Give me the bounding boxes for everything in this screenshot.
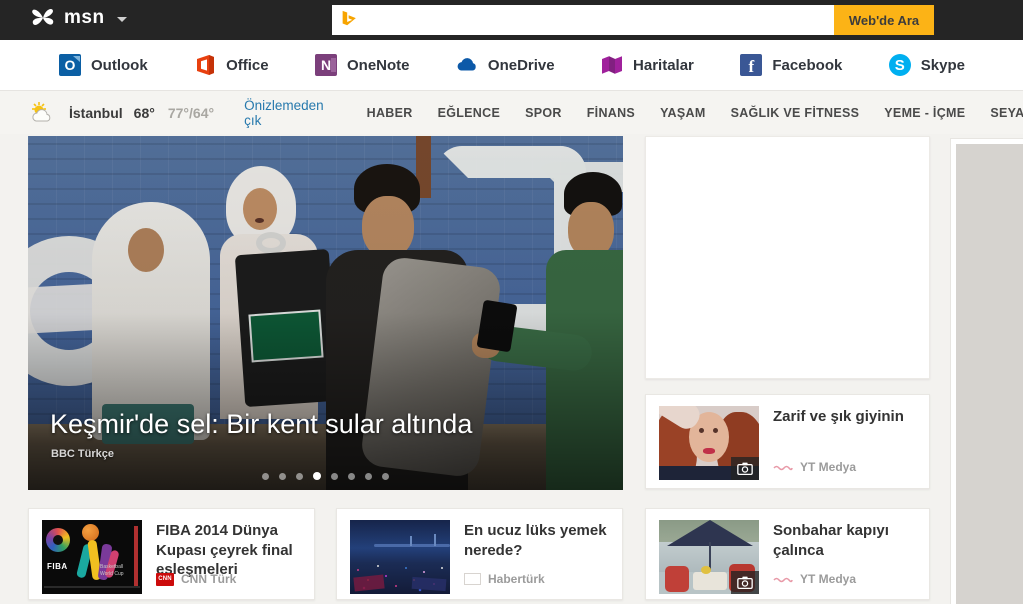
cnn-logo: CNN <box>156 573 174 586</box>
carousel-dot-7[interactable] <box>365 473 372 480</box>
web-search-button[interactable]: Web'de Ara <box>834 5 934 35</box>
weather-range: 77°/64° <box>168 105 214 121</box>
card-fiba[interactable]: FIBA Basketball World Cup FIBA 2014 Düny… <box>28 508 315 600</box>
office-icon <box>193 53 217 77</box>
msn-home-link[interactable]: msn <box>30 7 127 29</box>
partly-cloudy-icon <box>28 101 60 125</box>
top-bar: msn Web'de Ara <box>0 0 1023 40</box>
exit-preview-link[interactable]: Önizlemeden çık <box>244 98 324 128</box>
nav-eglence[interactable]: EĞLENCE <box>438 106 501 120</box>
app-onedrive[interactable]: OneDrive <box>455 53 555 77</box>
fashion-thumbnail <box>659 406 759 480</box>
card-food[interactable]: En ucuz lüks yemek nerede? Habertürk <box>336 508 623 600</box>
nav-yasam[interactable]: YAŞAM <box>660 106 706 120</box>
camera-icon <box>731 571 759 594</box>
nav-haber[interactable]: HABER <box>367 106 413 120</box>
carousel-dot-1[interactable] <box>262 473 269 480</box>
card-title: Sonbahar kapıyı çalınca <box>773 521 921 560</box>
ad-slot <box>645 136 930 379</box>
card-title: En ucuz lüks yemek nerede? <box>464 521 614 560</box>
app-shortcut-row: O Outlook Office N OneNote On <box>0 40 1023 91</box>
fiba-thumb-brand: FIBA <box>47 562 68 571</box>
autumn-thumbnail <box>659 520 759 594</box>
carousel-dot-2[interactable] <box>279 473 286 480</box>
primary-nav: İstanbul 68° 77°/64° Önizlemeden çık HAB… <box>0 91 1023 134</box>
nav-saglik[interactable]: SAĞLIK VE FİTNESS <box>731 106 860 120</box>
onenote-icon: N <box>314 53 338 77</box>
search-box: Web'de Ara <box>332 5 934 35</box>
map-icon <box>600 53 624 77</box>
card-title: Zarif ve şık giyinin <box>773 407 921 427</box>
onedrive-cloud-icon <box>455 53 479 77</box>
outlook-icon: O <box>58 53 82 77</box>
carousel-dot-3[interactable] <box>296 473 303 480</box>
app-onenote[interactable]: N OneNote <box>314 53 410 77</box>
weather-widget[interactable]: İstanbul 68° 77°/64° <box>28 101 214 125</box>
chevron-down-icon[interactable] <box>117 17 127 22</box>
carousel-dot-5[interactable] <box>331 473 338 480</box>
carousel-dot-4[interactable] <box>313 472 321 480</box>
weather-city: İstanbul <box>69 105 123 121</box>
carousel-dots <box>28 473 623 480</box>
app-office[interactable]: Office <box>193 53 269 77</box>
card-source: YT Medya <box>773 572 856 586</box>
main-content: Keşmir'de sel: Bir kent sular altında BB… <box>0 134 1023 603</box>
facebook-icon: f <box>739 53 763 77</box>
app-haritalar[interactable]: Haritalar <box>600 53 694 77</box>
right-rail-ad <box>950 138 1023 604</box>
ytmedya-logo <box>773 575 793 583</box>
carousel-dot-6[interactable] <box>348 473 355 480</box>
food-thumbnail <box>350 520 450 594</box>
app-facebook[interactable]: f Facebook <box>739 53 842 77</box>
card-source: YT Medya <box>773 460 856 474</box>
card-title: FIBA 2014 Dünya Kupası çeyrek final eşle… <box>156 521 306 580</box>
card-autumn[interactable]: Sonbahar kapıyı çalınca YT Medya <box>645 508 930 600</box>
habertuerk-logo <box>464 573 481 585</box>
fiba-thumb-caption: Basketball World Cup <box>100 564 136 577</box>
hero-headline: Keşmir'de sel: Bir kent sular altında <box>50 409 472 440</box>
app-skype[interactable]: S Skype <box>888 53 965 77</box>
ytmedya-logo <box>773 463 793 471</box>
weather-temp: 68° <box>134 105 155 121</box>
msn-butterfly-icon <box>30 8 56 28</box>
app-outlook[interactable]: O Outlook <box>58 53 148 77</box>
right-rail-ad-placeholder <box>956 144 1023 604</box>
hero-source: BBC Türkçe <box>51 448 114 460</box>
nav-finans[interactable]: FİNANS <box>587 106 635 120</box>
card-fashion[interactable]: Zarif ve şık giyinin YT Medya <box>645 394 930 489</box>
fiba-thumbnail: FIBA Basketball World Cup <box>42 520 142 594</box>
carousel-dot-8[interactable] <box>382 473 389 480</box>
card-source: Habertürk <box>464 572 545 586</box>
msn-wordmark: msn <box>64 7 105 29</box>
skype-icon: S <box>888 53 912 77</box>
nav-spor[interactable]: SPOR <box>525 106 562 120</box>
search-input[interactable] <box>332 5 834 35</box>
hero-story[interactable]: Keşmir'de sel: Bir kent sular altında BB… <box>28 136 623 490</box>
bing-icon <box>340 10 358 30</box>
camera-icon <box>731 457 759 480</box>
nav-seyahat[interactable]: SEYAHAT <box>990 106 1023 120</box>
card-source: CNN CNN Türk <box>156 572 236 586</box>
nav-items: HABER EĞLENCE SPOR FİNANS YAŞAM SAĞLIK V… <box>342 106 1023 120</box>
nav-yeme-icme[interactable]: YEME - İÇME <box>884 106 965 120</box>
